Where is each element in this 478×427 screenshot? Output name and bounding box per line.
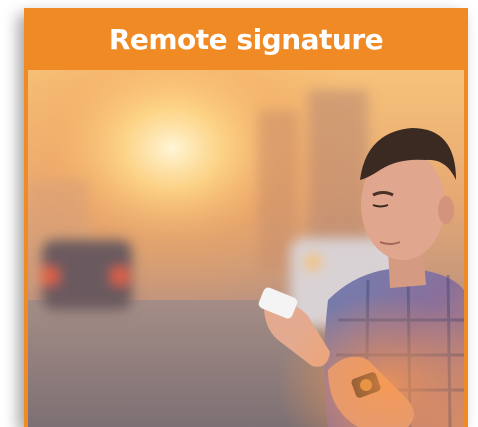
- remote-signature-card[interactable]: Remote signature: [24, 8, 468, 427]
- photo-illustration: [28, 70, 464, 427]
- hero-photo: [28, 70, 464, 427]
- card-title: Remote signature: [108, 22, 384, 56]
